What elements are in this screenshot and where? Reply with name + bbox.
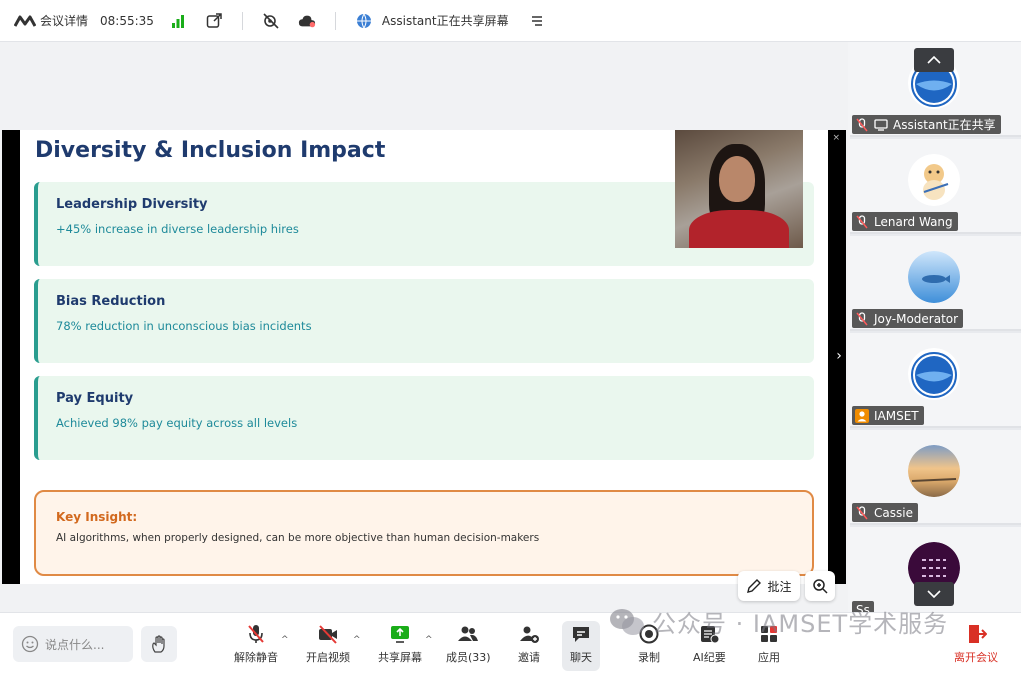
participant-name-tag: Lenard Wang <box>852 212 958 231</box>
speaker-video-pip[interactable] <box>675 130 803 248</box>
chevron-up-icon[interactable]: ^ <box>425 635 433 645</box>
card-desc: 78% reduction in unconscious bias incide… <box>56 319 312 333</box>
avatar <box>908 348 960 400</box>
participant-name-tag: IAMSET <box>852 406 924 425</box>
exit-icon <box>969 625 987 643</box>
participant-tile[interactable]: Cassie <box>850 430 1021 525</box>
invite-button[interactable]: 邀请 <box>518 623 540 669</box>
sharing-status: Assistant正在共享屏幕 <box>381 14 509 28</box>
screen-share-icon <box>874 118 888 131</box>
cloud-icon[interactable] <box>298 12 316 30</box>
key-insight-box: Key Insight: AI algorithms, when properl… <box>34 490 814 576</box>
emoji-icon <box>21 635 39 653</box>
hand-icon <box>152 635 165 653</box>
participant-list[interactable]: Assistant正在共享 Lenard Wang Joy-Moderator … <box>850 42 1021 612</box>
card-title: Bias Reduction <box>56 294 166 309</box>
participant-tile[interactable]: Lenard Wang <box>850 139 1021 234</box>
popout-icon[interactable] <box>205 12 223 30</box>
share-screen-button[interactable]: 共享屏幕 <box>378 623 422 669</box>
participant-tile[interactable]: Joy-Moderator <box>850 236 1021 331</box>
chevron-up-icon[interactable]: ^ <box>281 635 289 645</box>
signal-icon[interactable] <box>169 12 187 30</box>
chevron-down-icon <box>927 590 941 598</box>
avatar <box>908 154 960 206</box>
wechat-icon <box>610 608 644 635</box>
chevron-up-icon <box>927 56 941 64</box>
participant-tile[interactable]: IAMSET <box>850 333 1021 428</box>
raise-hand-button[interactable] <box>141 626 177 662</box>
members-icon <box>458 626 479 641</box>
mic-muted-icon <box>248 625 264 643</box>
chat-icon <box>573 627 589 642</box>
menu-lines-icon[interactable] <box>528 12 546 30</box>
tencent-meeting-logo-icon <box>14 15 36 27</box>
participant-name-tag: Cassie <box>852 503 918 522</box>
start-video-button[interactable]: 开启视频 <box>306 623 350 669</box>
chat-button[interactable]: 聊天 <box>562 621 600 671</box>
insight-title: Key Insight: <box>56 510 138 524</box>
user-icon <box>855 408 869 423</box>
pencil-icon <box>747 579 762 593</box>
scroll-down-button[interactable] <box>914 582 954 606</box>
divider <box>241 11 243 30</box>
zoom-button[interactable] <box>805 571 835 601</box>
presentation-slide: Diversity & Inclusion Impact Leadership … <box>20 130 828 584</box>
participant-name-tag: Assistant正在共享 <box>852 115 1001 134</box>
card-title: Leadership Diversity <box>56 197 208 212</box>
chat-placeholder: 说点什么... <box>45 637 105 652</box>
mic-muted-icon <box>856 505 868 519</box>
card-desc: Achieved 98% pay equity across all level… <box>56 416 298 430</box>
settings-crossed-icon[interactable] <box>262 12 280 30</box>
chevron-up-icon[interactable]: ^ <box>353 635 361 645</box>
wechat-watermark: 公众号 · IAMSET学术服务 <box>608 604 948 639</box>
globe-avatar-icon <box>355 12 373 30</box>
top-bar: 会议详情 08:55:35 Assistant正在共享屏幕 <box>0 0 1021 42</box>
shared-screen[interactable]: Diversity & Inclusion Impact Leadership … <box>2 130 846 584</box>
camera-off-icon <box>319 625 337 644</box>
mic-muted-icon <box>856 214 868 228</box>
leave-meeting-button[interactable]: 离开会议 <box>954 623 998 669</box>
share-screen-icon <box>391 626 409 643</box>
mic-muted-icon <box>856 117 868 131</box>
meeting-info-link[interactable]: 会议详情 <box>40 12 88 29</box>
members-button[interactable]: 成员(33) <box>446 623 491 669</box>
slide-title: Diversity & Inclusion Impact <box>35 138 386 163</box>
meeting-time: 08:55:35 <box>100 13 154 28</box>
insight-desc: AI algorithms, when properly designed, c… <box>56 532 540 544</box>
chevron-right-icon[interactable]: › <box>831 344 847 368</box>
card-title: Pay Equity <box>56 391 134 406</box>
speaker-face <box>719 156 755 202</box>
close-icon[interactable]: × <box>832 133 840 143</box>
invite-icon <box>520 626 539 643</box>
avatar <box>908 445 960 497</box>
mic-muted-icon <box>856 311 868 325</box>
card-desc: +45% increase in diverse leadership hire… <box>56 222 299 236</box>
quick-chat-input[interactable]: 说点什么... <box>13 626 133 662</box>
unmute-button[interactable]: 解除静音 <box>234 623 278 669</box>
speaker-body <box>689 210 789 248</box>
scroll-up-button[interactable] <box>914 48 954 72</box>
zoom-in-icon <box>813 579 828 594</box>
annotate-button[interactable]: 批注 <box>738 571 800 601</box>
metric-card-bias: Bias Reduction 78% reduction in unconsci… <box>34 279 814 363</box>
participant-name-tag: Joy-Moderator <box>852 309 964 328</box>
divider <box>334 11 336 30</box>
metric-card-pay: Pay Equity Achieved 98% pay equity acros… <box>34 376 814 460</box>
annotate-label: 批注 <box>767 579 792 594</box>
avatar <box>908 251 960 303</box>
